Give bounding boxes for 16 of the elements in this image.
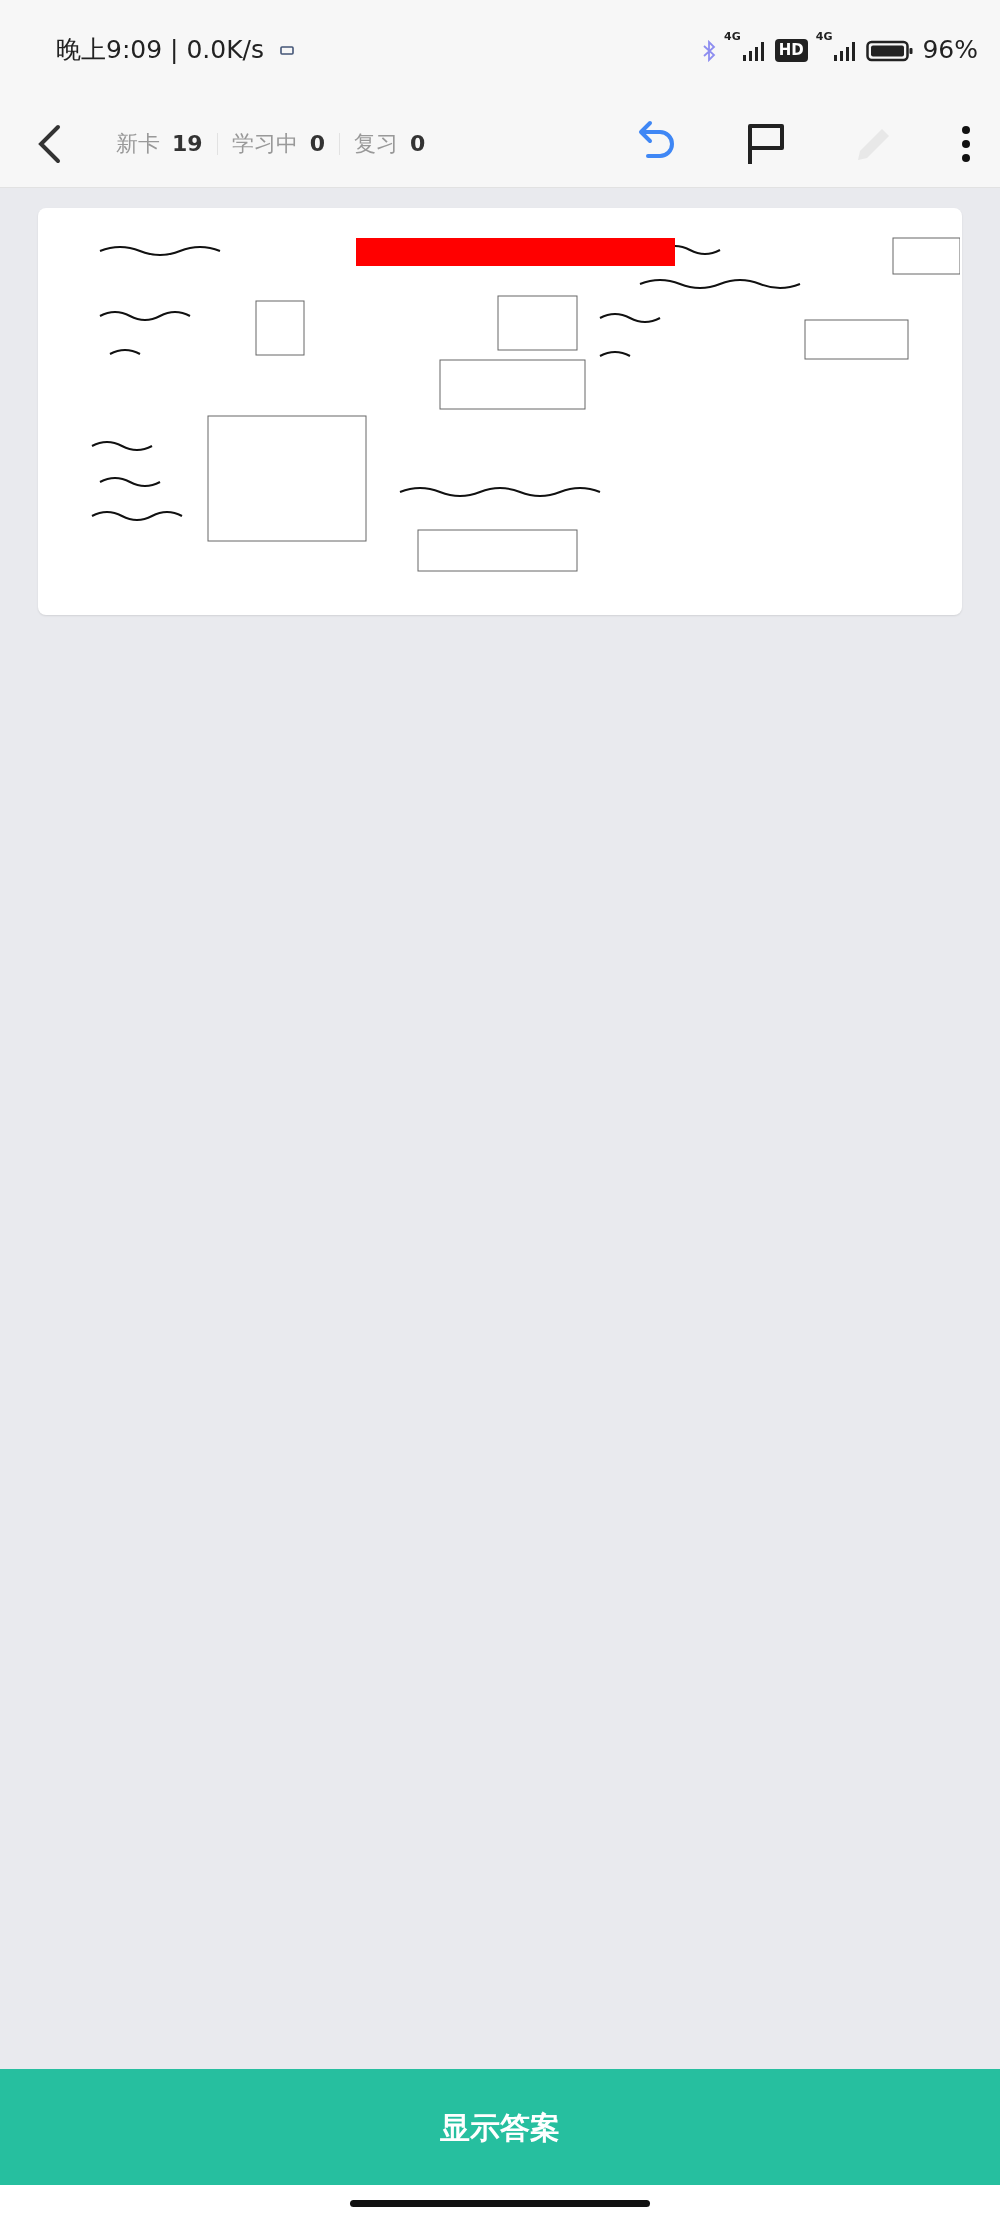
bluetooth-icon xyxy=(702,40,717,63)
battery-percent: 96% xyxy=(922,34,978,67)
hd-badge: HD xyxy=(774,38,808,62)
counter-value: 0 xyxy=(309,130,325,158)
counter-value: 19 xyxy=(172,130,203,158)
counter-label: 新卡 xyxy=(116,130,160,158)
counter-label: 复习 xyxy=(353,130,398,158)
status-clock: 晚上9:09 | 0.0K/s xyxy=(56,34,265,67)
show-answer-button[interactable]: 显示答案 xyxy=(0,2069,1000,2185)
counter-value: 0 xyxy=(409,130,426,158)
battery-icon xyxy=(866,40,915,63)
notification-icon xyxy=(280,46,295,57)
network-label: 4G xyxy=(815,31,833,43)
network-label: 4G xyxy=(724,31,741,43)
counter-label: 学习中 xyxy=(231,130,298,158)
signal-icon xyxy=(740,40,767,63)
